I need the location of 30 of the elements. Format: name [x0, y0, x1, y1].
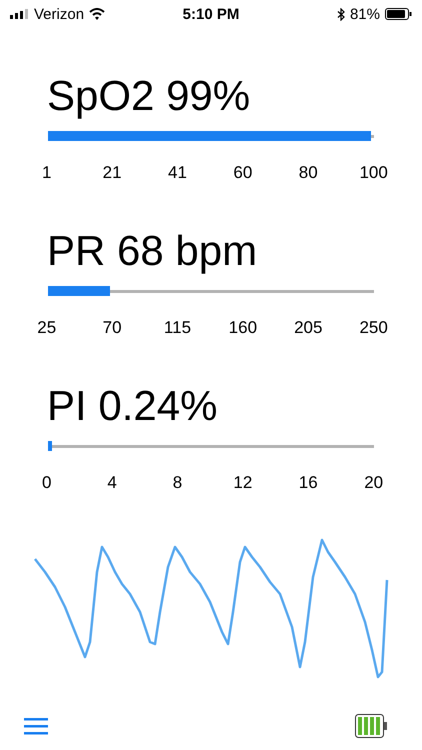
scale-label: 60 [233, 163, 252, 183]
scale-label: 70 [102, 318, 122, 338]
scale-label: 25 [37, 318, 56, 338]
scale-label: 1 [42, 163, 52, 183]
scale-label: 160 [228, 318, 258, 338]
bluetooth-icon [336, 8, 345, 20]
scale-label: 8 [172, 473, 182, 493]
scale-label: 20 [364, 473, 384, 493]
reading-title: PI 0.24% [46, 381, 218, 431]
scale-label: 250 [359, 318, 388, 338]
scale-label: 205 [294, 318, 322, 338]
battery-icon[interactable] [355, 714, 388, 738]
scale-label: 16 [298, 473, 318, 493]
scale-label: 115 [164, 318, 192, 338]
battery-icon [385, 8, 412, 20]
reading-title: SpO2 99% [46, 71, 250, 121]
reading-title: PR 68 bpm [46, 226, 258, 276]
scale-label: 21 [102, 163, 122, 183]
wifi-icon [89, 8, 106, 20]
menu-icon[interactable] [24, 716, 48, 736]
scale-label: 80 [298, 163, 318, 183]
scale-label: 4 [107, 473, 117, 493]
scale-label: 100 [359, 163, 388, 183]
scale-label: 12 [233, 473, 252, 493]
battery-percent: 81% [350, 6, 380, 22]
status-time: 5:10 PM [182, 6, 240, 22]
signal-icon [10, 9, 29, 19]
scale-label: 41 [168, 163, 187, 183]
carrier-name: Verizon [34, 6, 84, 22]
scale-label: 0 [42, 473, 52, 493]
